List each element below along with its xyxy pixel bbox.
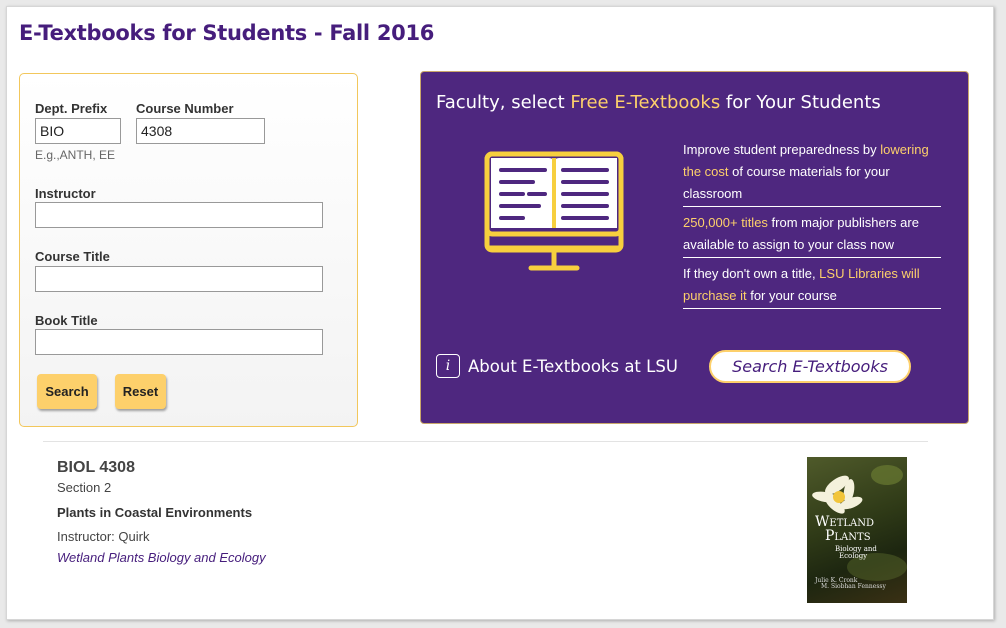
etextbook-promo-panel: Faculty, select Free E-Textbooks for You… [420,71,969,424]
dept-prefix-hint: E.g.,ANTH, EE [35,148,116,162]
course-title-label: Course Title [35,249,110,264]
info-icon: i [436,354,460,378]
book-title-input[interactable] [35,329,323,355]
result-section: Section 2 [57,480,112,495]
promo-heading-highlight: Free E-Textbooks [570,92,721,113]
search-form-panel: Dept. Prefix E.g.,ANTH, EE Course Number… [19,73,358,427]
result-book-link[interactable]: Wetland Plants Biology and Ecology [57,550,266,565]
cover-title-2: Plants [825,528,871,544]
benefit-1: Improve student preparedness by lowering… [683,139,941,207]
divider [43,441,928,442]
reset-button[interactable]: Reset [115,374,166,409]
result-instructor: Instructor: Quirk [57,529,150,544]
result-course-code: BIOL 4308 [57,459,135,476]
instructor-input[interactable] [35,202,323,228]
search-etextbooks-button[interactable]: Search E-Textbooks [709,350,911,383]
benefit-2-highlight: 250,000+ titles [683,215,768,230]
result-course-title: Plants in Coastal Environments [57,505,253,520]
benefit-3-pre: If they don't own a title, [683,266,820,281]
book-monitor-icon [484,151,624,271]
book-cover-image[interactable]: Wetland Plants Biology and Ecology Julie… [807,457,907,603]
benefit-3: If they don't own a title, LSU Libraries… [683,263,941,309]
course-number-label: Course Number [136,101,234,116]
promo-heading: Faculty, select Free E-Textbooks for You… [436,92,881,113]
book-title-label: Book Title [35,313,98,328]
dept-prefix-label: Dept. Prefix [35,101,108,116]
benefit-2: 250,000+ titles from major publishers ar… [683,212,941,258]
cover-title-1: Wetland [815,514,874,530]
page-title: E-Textbooks for Students - Fall 2016 [19,21,435,45]
benefit-1-pre: Improve student preparedness by [683,142,881,157]
course-title-input[interactable] [35,266,323,292]
cover-text: Wetland Plants Biology and Ecology Julie… [815,515,905,590]
search-button[interactable]: Search [37,374,97,409]
promo-heading-pre: Faculty, select [436,92,571,113]
instructor-label: Instructor [35,186,96,201]
promo-heading-post: for Your Students [720,92,881,113]
benefit-3-post: for your course [746,288,837,303]
page: E-Textbooks for Students - Fall 2016 Dep… [6,6,994,620]
about-etextbooks-label: About E-Textbooks at LSU [468,356,678,376]
cover-authors-2: M. Siobhan Fennessy [821,583,886,590]
cover-subtitle-2: Ecology [839,552,868,560]
course-number-input[interactable] [136,118,265,144]
about-etextbooks-link[interactable]: i About E-Textbooks at LSU [436,354,678,378]
dept-prefix-input[interactable] [35,118,121,144]
